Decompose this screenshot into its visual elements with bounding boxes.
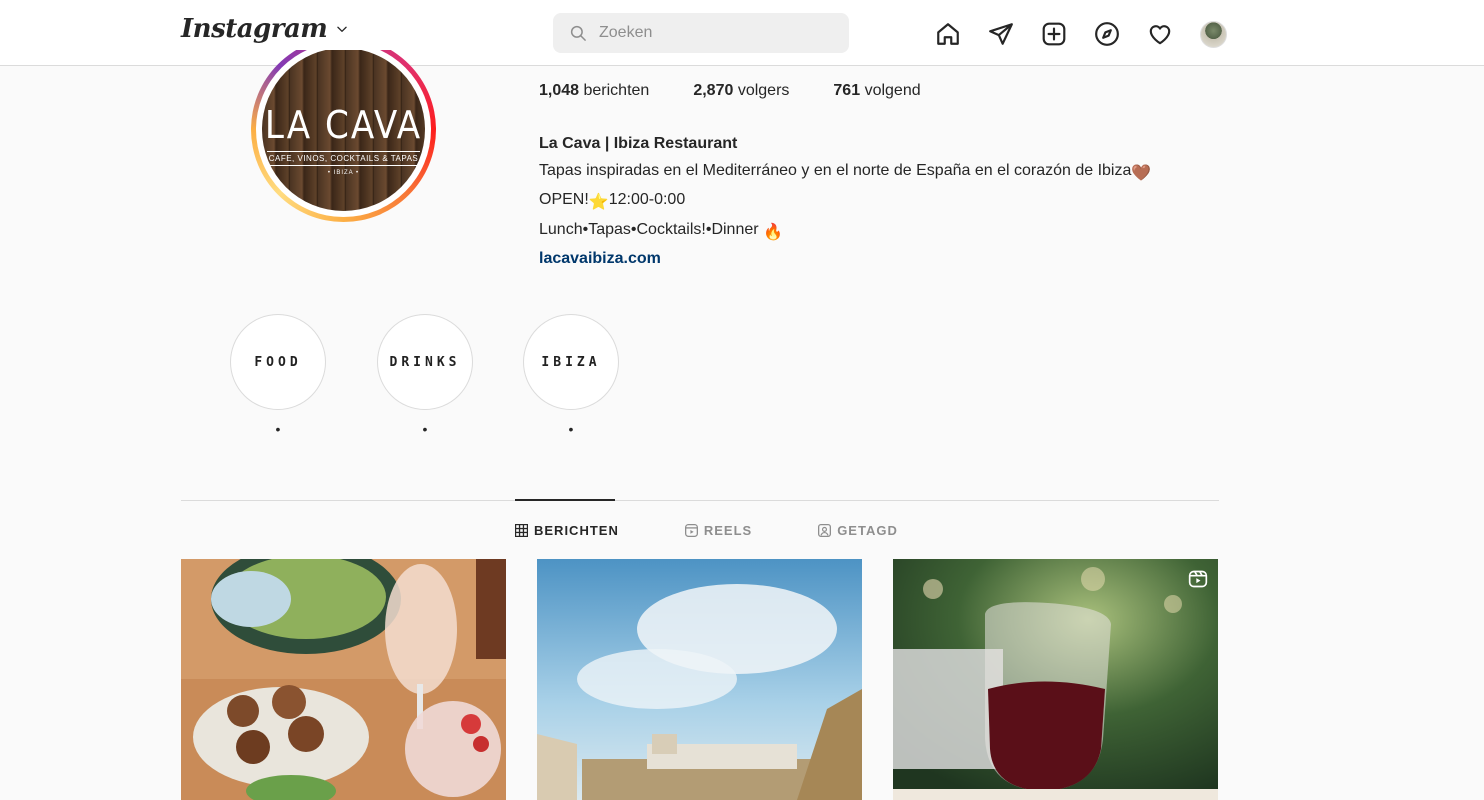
profile-bio: La Cava | Ibiza Restaurant Tapas inspira… (539, 131, 1151, 273)
profile-avatar[interactable] (1199, 20, 1227, 48)
home-icon[interactable] (934, 20, 962, 48)
fire-emoji: 🔥 (763, 223, 783, 241)
search-box[interactable] (553, 13, 849, 53)
avatar-logo-title: LA CAVA (264, 103, 423, 147)
story-ring: LA CAVA CAFE, VINOS, COCKTAILS & TAPAS •… (251, 50, 436, 222)
highlight-cover: FOOD (230, 314, 326, 410)
post-thumbnail[interactable] (537, 559, 862, 800)
following-count-label: volgend (864, 82, 921, 99)
bio-line-2-prefix: OPEN! (539, 191, 589, 208)
profile-picture[interactable]: LA CAVA CAFE, VINOS, COCKTAILS & TAPAS •… (251, 50, 436, 222)
search-input[interactable] (599, 24, 829, 42)
posts-count-label: berichten (583, 82, 650, 99)
ibiza-old-town-photo (537, 559, 862, 800)
following-count[interactable]: 761 volgend (833, 82, 920, 100)
profile-tabs: BERICHTEN REELS GETAGD (515, 520, 898, 540)
grid-icon (515, 523, 528, 537)
tab-label: REELS (703, 522, 753, 538)
post-thumbnail[interactable] (181, 559, 506, 800)
avatar-image: LA CAVA CAFE, VINOS, COCKTAILS & TAPAS •… (262, 50, 425, 211)
website-link[interactable]: lacavaibiza.com (539, 250, 661, 267)
followers-count-value: 2,870 (693, 82, 734, 99)
highlight-cover-text: FOOD (235, 319, 321, 405)
tab-label: GETAGD (837, 522, 898, 538)
story-highlight-ibiza[interactable]: IBIZA • (523, 314, 619, 436)
brown-heart-emoji: 🤎 (1131, 164, 1152, 182)
bio-line-2-hours: 12:00-0:00 (608, 191, 686, 208)
following-count-value: 761 (833, 82, 861, 99)
posts-count-value: 1,048 (539, 82, 580, 99)
avatar-border: LA CAVA CAFE, VINOS, COCKTAILS & TAPAS •… (256, 50, 431, 217)
highlight-cover: IBIZA (523, 314, 619, 410)
highlight-label: • (275, 421, 281, 437)
red-wine-photo (893, 559, 1218, 800)
avatar-logo-location: • IBIZA • (327, 170, 360, 176)
avatar (1199, 20, 1227, 48)
tab-label: BERICHTEN (534, 522, 619, 538)
activity-heart-icon[interactable] (1146, 20, 1174, 48)
avatar-logo-subtitle: CAFE, VINOS, COCKTAILS & TAPAS (266, 151, 421, 166)
active-tab-indicator (515, 499, 615, 501)
bio-line-3-text: Lunch•Tapas•Cocktails!•Dinner (539, 220, 759, 238)
bio-line-1-text: Tapas inspiradas en el Mediterráneo y en… (539, 161, 1132, 179)
story-highlight-food[interactable]: FOOD • (230, 314, 326, 436)
logo-text: Instagram (181, 14, 328, 44)
explore-icon[interactable] (1093, 20, 1121, 48)
bio-line-1: Tapas inspiradas en el Mediterráneo y en… (539, 158, 1151, 188)
nav-icons (934, 20, 1227, 48)
new-post-icon[interactable] (1040, 20, 1068, 48)
reel-badge-icon (1188, 570, 1208, 588)
instagram-logo[interactable]: Instagram (181, 14, 349, 44)
followers-count[interactable]: 2,870 volgers (693, 82, 789, 100)
search-icon (570, 25, 586, 41)
profile-stats: 1,048 berichten 2,870 volgers 761 volgen… (539, 82, 921, 100)
star-emoji: ⭐ (588, 194, 609, 211)
highlight-cover: DRINKS (377, 314, 473, 410)
bio-line-2: OPEN!⭐12:00-0:00 (539, 187, 1151, 217)
reels-icon (684, 523, 698, 537)
food-photo (181, 559, 506, 800)
tagged-icon (818, 523, 832, 537)
tab-berichten[interactable]: BERICHTEN (515, 520, 619, 540)
profile-name: La Cava | Ibiza Restaurant (539, 135, 738, 152)
followers-count-label: volgers (737, 82, 790, 99)
posts-count: 1,048 berichten (539, 82, 649, 100)
bio-line-3: Lunch•Tapas•Cocktails!•Dinner 🔥 (539, 217, 1151, 247)
highlight-cover-text: DRINKS (382, 319, 468, 405)
tab-reels[interactable]: REELS (684, 520, 753, 540)
tabs-divider (181, 500, 1219, 501)
tab-getagd[interactable]: GETAGD (818, 520, 898, 540)
story-highlight-drinks[interactable]: DRINKS • (377, 314, 473, 436)
direct-messages-icon[interactable] (987, 20, 1015, 48)
post-thumbnail[interactable] (893, 559, 1218, 800)
highlight-label: • (422, 421, 428, 437)
top-navigation-bar: Instagram (0, 0, 1484, 66)
highlight-cover-text: IBIZA (528, 319, 614, 405)
chevron-down-icon[interactable] (335, 22, 349, 36)
highlight-label: • (568, 421, 574, 437)
